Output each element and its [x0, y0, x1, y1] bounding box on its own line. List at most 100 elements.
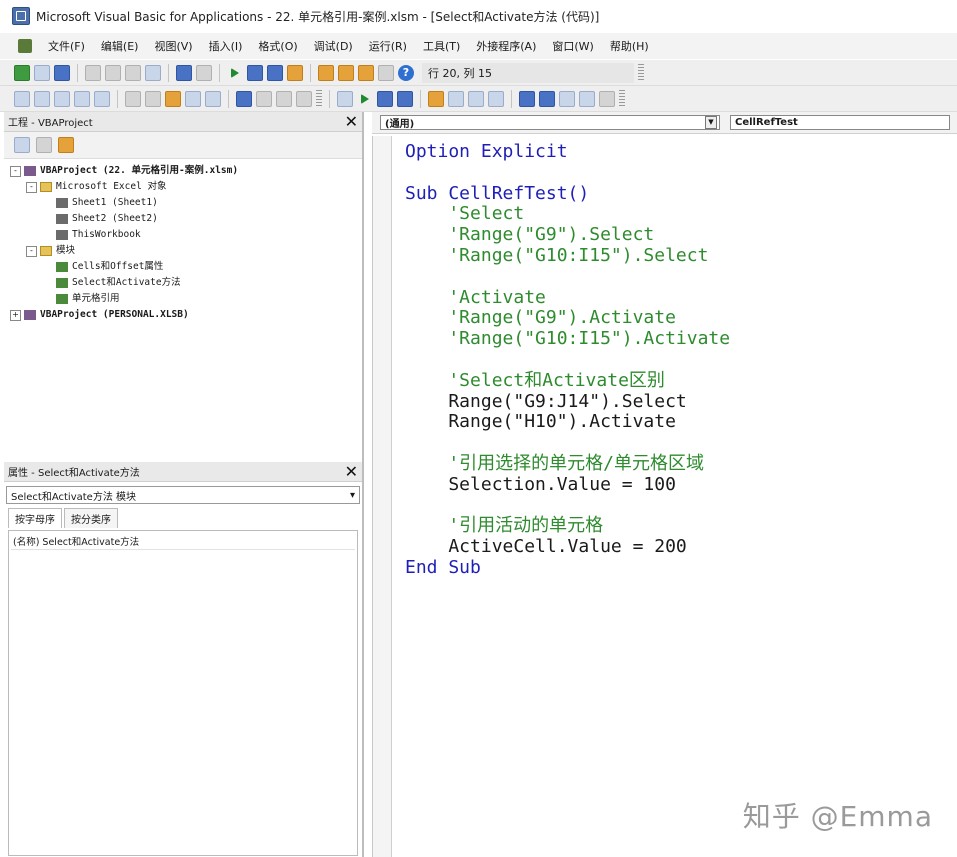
comment-block-icon[interactable]: [185, 90, 201, 107]
reset-icon[interactable]: [397, 90, 413, 107]
toolbar-grip[interactable]: [638, 63, 644, 82]
code-line[interactable]: 'Activate: [405, 287, 730, 309]
code-line[interactable]: [405, 433, 730, 454]
run-icon[interactable]: [231, 67, 239, 78]
code-line[interactable]: 'Range("G9").Activate: [405, 308, 730, 329]
tree-item[interactable]: - 模块: [10, 243, 356, 259]
find-icon[interactable]: [145, 64, 161, 81]
code-line[interactable]: 'Range("G9").Select: [405, 224, 730, 246]
tree-item[interactable]: Cells和Offset属性: [10, 259, 356, 275]
code-line[interactable]: 'Range("G10:I15").Activate: [405, 328, 730, 350]
object-browser-icon[interactable]: [358, 64, 374, 81]
tree-item[interactable]: - VBAProject (22. 单元格引用-案例.xlsm): [10, 163, 356, 179]
code-line[interactable]: 'Select: [405, 204, 730, 225]
paste-icon[interactable]: [125, 64, 141, 81]
code-line[interactable]: [405, 267, 730, 288]
code-line[interactable]: '引用活动的单元格: [405, 516, 730, 537]
tree-item[interactable]: Sheet2 (Sheet2): [10, 211, 356, 227]
code-line[interactable]: [405, 496, 730, 517]
code-line[interactable]: '引用选择的单元格/单元格区域: [405, 453, 730, 475]
save-icon[interactable]: [54, 64, 70, 81]
code-lines[interactable]: Option Explicit Sub CellRefTest() 'Select…: [405, 141, 730, 579]
view-code-icon[interactable]: [14, 137, 30, 153]
code-line[interactable]: 'Select和Activate区别: [405, 370, 730, 392]
collapse-icon[interactable]: -: [10, 165, 21, 177]
toggle-breakpoint-icon[interactable]: [428, 90, 444, 107]
code-line[interactable]: Option Explicit: [405, 141, 730, 163]
toggle-folders-icon[interactable]: [58, 137, 74, 153]
code-line[interactable]: Range("H10").Activate: [405, 412, 730, 433]
code-line[interactable]: Sub CellRefTest(): [405, 183, 730, 205]
cut-icon[interactable]: [85, 64, 101, 81]
tree-item[interactable]: + VBAProject (PERSONAL.XLSB): [10, 307, 356, 323]
quick-watch-icon[interactable]: [579, 90, 595, 107]
quick-info-icon[interactable]: [54, 90, 70, 107]
procedure-dropdown[interactable]: CellRefTest: [730, 115, 950, 130]
toolbar-grip[interactable]: [619, 89, 625, 108]
tree-item[interactable]: 单元格引用: [10, 291, 356, 307]
code-line[interactable]: End Sub: [405, 557, 730, 579]
menu-format[interactable]: 格式(O): [250, 38, 305, 54]
watch-window-icon[interactable]: [559, 90, 575, 107]
design-mode-icon[interactable]: [287, 64, 303, 81]
excel-view-icon[interactable]: [18, 39, 32, 53]
code-line[interactable]: Range("G9:J14").Select: [405, 391, 730, 413]
call-stack-icon[interactable]: [599, 90, 615, 107]
menu-file[interactable]: 文件(F): [40, 38, 93, 54]
help-icon[interactable]: ?: [398, 64, 414, 81]
expand-icon[interactable]: +: [10, 309, 21, 321]
object-dropdown[interactable]: (通用) ▼: [380, 115, 720, 130]
project-explorer-icon[interactable]: [318, 64, 334, 81]
properties-row-name[interactable]: (名称) Select和Activate方法: [11, 533, 355, 550]
code-margin-indicator-bar[interactable]: [373, 136, 392, 857]
chevron-down-icon[interactable]: ▼: [705, 116, 717, 129]
tree-item[interactable]: Sheet1 (Sheet1): [10, 195, 356, 211]
parameter-info-icon[interactable]: [74, 90, 90, 107]
close-icon[interactable]: ✕: [345, 113, 358, 130]
menu-debug[interactable]: 调试(D): [306, 38, 361, 54]
insert-userform-icon[interactable]: [34, 64, 50, 81]
toolbox-icon[interactable]: [378, 64, 394, 81]
tree-item[interactable]: - Microsoft Excel 对象: [10, 179, 356, 195]
code-line[interactable]: [405, 350, 730, 371]
redo-icon[interactable]: [196, 64, 212, 81]
menu-help[interactable]: 帮助(H): [602, 38, 657, 54]
immediate-window-icon[interactable]: [539, 90, 555, 107]
step-out-icon[interactable]: [488, 90, 504, 107]
reset-icon[interactable]: [267, 64, 283, 81]
menu-addins[interactable]: 外接程序(A): [468, 38, 544, 54]
clear-bookmarks-icon[interactable]: [296, 90, 312, 107]
step-into-icon[interactable]: [448, 90, 464, 107]
menu-edit[interactable]: 编辑(E): [93, 38, 147, 54]
complete-word-icon[interactable]: [94, 90, 110, 107]
code-line[interactable]: 'Range("G10:I15").Select: [405, 245, 730, 267]
code-editor[interactable]: Option Explicit Sub CellRefTest() 'Select…: [372, 136, 957, 857]
uncomment-block-icon[interactable]: [205, 90, 221, 107]
locals-window-icon[interactable]: [519, 90, 535, 107]
menu-window[interactable]: 窗口(W): [544, 38, 601, 54]
outdent-icon[interactable]: [145, 90, 161, 107]
list-constants-icon[interactable]: [34, 90, 50, 107]
tree-item[interactable]: Select和Activate方法: [10, 275, 356, 291]
tab-categorized[interactable]: 按分类序: [64, 508, 118, 528]
code-line[interactable]: Selection.Value = 100: [405, 474, 730, 496]
close-icon[interactable]: ✕: [345, 463, 358, 480]
toggle-breakpoint-icon[interactable]: [165, 90, 181, 107]
menu-tools[interactable]: 工具(T): [415, 38, 468, 54]
collapse-icon[interactable]: -: [26, 245, 37, 257]
step-over-icon[interactable]: [468, 90, 484, 107]
tree-item[interactable]: ThisWorkbook: [10, 227, 356, 243]
break-icon[interactable]: [377, 90, 393, 107]
undo-icon[interactable]: [176, 64, 192, 81]
tab-alphabetic[interactable]: 按字母序: [8, 508, 62, 528]
properties-object-select[interactable]: Select和Activate方法 模块 ▾: [6, 486, 360, 504]
next-bookmark-icon[interactable]: [256, 90, 272, 107]
menu-view[interactable]: 视图(V): [146, 38, 200, 54]
view-object-icon[interactable]: [36, 137, 52, 153]
design-mode-icon[interactable]: [337, 90, 353, 107]
previous-bookmark-icon[interactable]: [276, 90, 292, 107]
toggle-bookmark-icon[interactable]: [236, 90, 252, 107]
indent-icon[interactable]: [125, 90, 141, 107]
code-line[interactable]: [405, 163, 730, 184]
properties-window-icon[interactable]: [338, 64, 354, 81]
